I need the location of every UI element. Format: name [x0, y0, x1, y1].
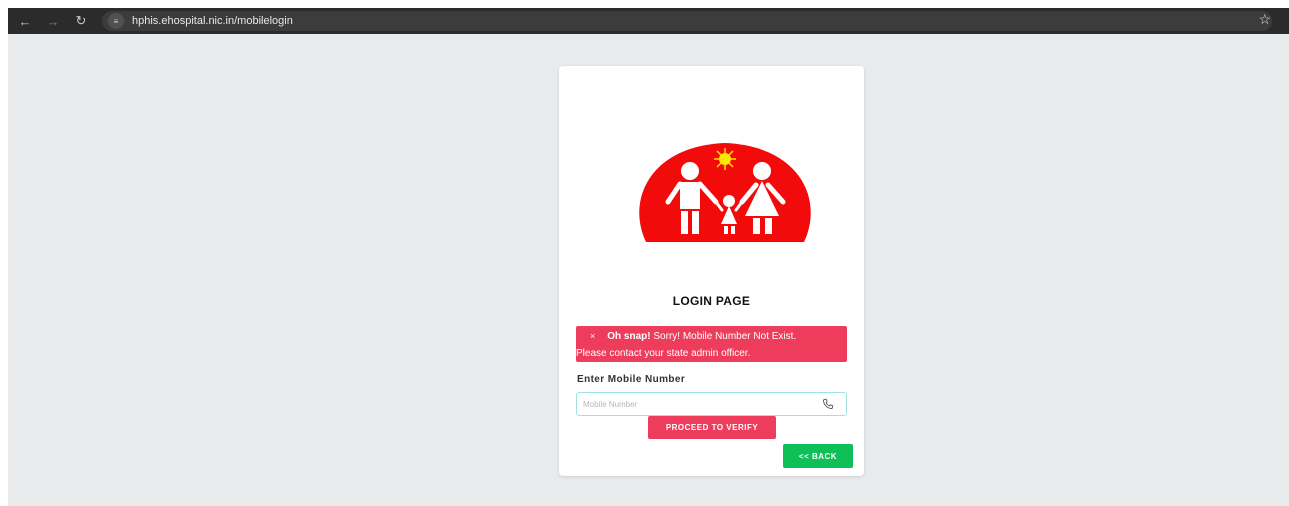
browser-toolbar: ← → ↻ ≡ hphis.ehospital.nic.in/mobilelog… — [8, 8, 1289, 34]
phone-icon — [823, 398, 834, 409]
address-bar[interactable]: ≡ hphis.ehospital.nic.in/mobilelogin — [102, 11, 1272, 31]
mobile-number-label: Enter Mobile Number — [577, 374, 686, 385]
page-title: LOGIN PAGE — [672, 294, 751, 308]
arrow-left-icon[interactable]: ← — [14, 10, 36, 32]
family-logo — [639, 143, 811, 242]
url-text: hphis.ehospital.nic.in/mobilelogin — [132, 15, 293, 27]
back-button[interactable]: << BACK — [783, 444, 853, 468]
alert-strong: Oh snap! — [607, 331, 651, 342]
reload-icon[interactable]: ↻ — [70, 10, 92, 32]
page-background: LOGIN PAGE × Oh snap! Sorry! Mobile Numbe… — [8, 34, 1289, 506]
star-icon[interactable]: ☆ — [1258, 11, 1271, 28]
arrow-right-icon[interactable]: → — [42, 10, 64, 32]
site-info-icon[interactable]: ≡ — [108, 13, 124, 29]
close-icon[interactable]: × — [590, 331, 595, 341]
mobile-number-input[interactable] — [577, 393, 807, 415]
login-card: LOGIN PAGE × Oh snap! Sorry! Mobile Numbe… — [559, 66, 864, 476]
alert-message: Sorry! Mobile Number Not Exist. — [650, 331, 797, 342]
mobile-number-field-wrapper — [576, 392, 847, 416]
alert-detail: Please contact your state admin officer. — [576, 348, 751, 359]
proceed-to-verify-button[interactable]: PROCEED TO VERIFY — [648, 416, 776, 439]
error-alert: × Oh snap! Sorry! Mobile Number Not Exist… — [576, 326, 847, 362]
sun-icon — [714, 148, 736, 170]
